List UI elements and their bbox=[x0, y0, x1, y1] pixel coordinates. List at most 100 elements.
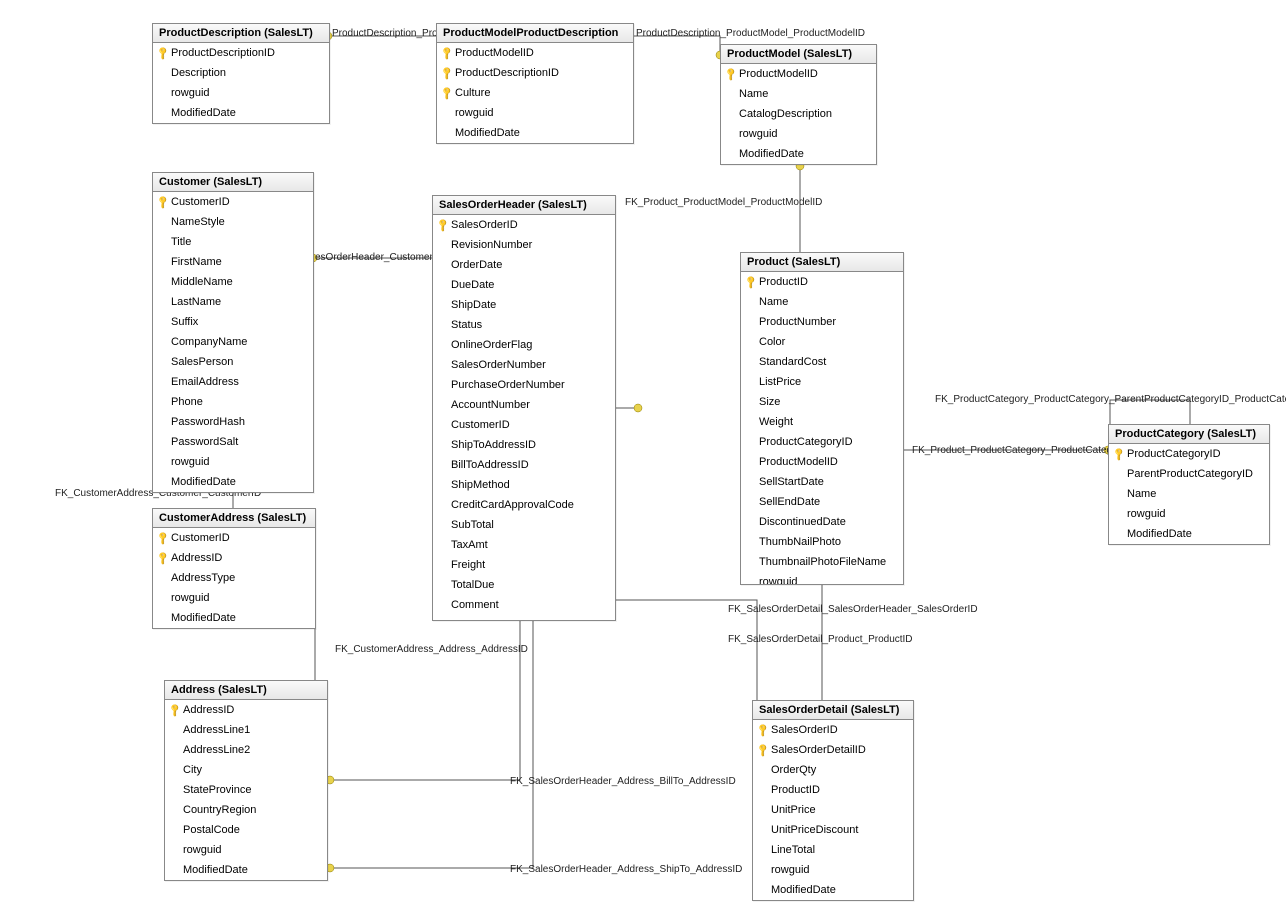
column-row[interactable]: ModifiedDate bbox=[153, 103, 329, 123]
table-header[interactable]: ProductCategory (SalesLT) bbox=[1109, 425, 1269, 444]
column-row[interactable]: ModifiedDate bbox=[153, 608, 315, 628]
column-row[interactable]: Suffix bbox=[153, 312, 313, 332]
table-productcategory[interactable]: ProductCategory (SalesLT)🔑ProductCategor… bbox=[1108, 424, 1270, 545]
column-row[interactable]: ProductCategoryID bbox=[741, 432, 903, 452]
column-row[interactable]: 🔑ProductModelID bbox=[721, 64, 876, 84]
column-row[interactable]: rowguid bbox=[153, 588, 315, 608]
column-row[interactable]: Name bbox=[721, 84, 876, 104]
table-header[interactable]: Address (SalesLT) bbox=[165, 681, 327, 700]
column-row[interactable]: NameStyle bbox=[153, 212, 313, 232]
column-row[interactable]: ModifiedDate bbox=[753, 880, 913, 900]
column-row[interactable]: ModifiedDate bbox=[165, 860, 327, 880]
column-row[interactable]: CreditCardApprovalCode bbox=[433, 495, 615, 515]
column-row[interactable]: 🔑CustomerID bbox=[153, 528, 315, 548]
column-row[interactable]: 🔑ProductDescriptionID bbox=[153, 43, 329, 63]
table-header[interactable]: CustomerAddress (SalesLT) bbox=[153, 509, 315, 528]
column-row[interactable]: rowguid bbox=[1109, 504, 1269, 524]
column-row[interactable]: rowguid bbox=[721, 124, 876, 144]
column-row[interactable]: 🔑SalesOrderDetailID bbox=[753, 740, 913, 760]
column-row[interactable]: ModifiedDate bbox=[437, 123, 633, 143]
column-row[interactable]: 🔑Culture bbox=[437, 83, 633, 103]
column-row[interactable]: SellStartDate bbox=[741, 472, 903, 492]
column-row[interactable]: ProductModelID bbox=[741, 452, 903, 472]
column-row[interactable]: AddressLine2 bbox=[165, 740, 327, 760]
column-row[interactable]: CustomerID bbox=[433, 415, 615, 435]
column-row[interactable]: DiscontinuedDate bbox=[741, 512, 903, 532]
column-row[interactable]: SalesOrderNumber bbox=[433, 355, 615, 375]
column-row[interactable]: DueDate bbox=[433, 275, 615, 295]
column-row[interactable]: AccountNumber bbox=[433, 395, 615, 415]
table-customer[interactable]: Customer (SalesLT)🔑CustomerIDNameStyleTi… bbox=[152, 172, 314, 493]
column-row[interactable]: OrderDate bbox=[433, 255, 615, 275]
column-row[interactable]: Description bbox=[153, 63, 329, 83]
column-row[interactable]: CompanyName bbox=[153, 332, 313, 352]
column-row[interactable]: 🔑SalesOrderID bbox=[433, 215, 615, 235]
column-row[interactable]: ProductID bbox=[753, 780, 913, 800]
column-row[interactable]: Freight bbox=[433, 555, 615, 575]
column-row[interactable]: SubTotal bbox=[433, 515, 615, 535]
column-row[interactable]: 🔑ProductDescriptionID bbox=[437, 63, 633, 83]
column-row[interactable]: ThumbNailPhoto bbox=[741, 532, 903, 552]
column-row[interactable]: EmailAddress bbox=[153, 372, 313, 392]
column-row[interactable]: 🔑ProductModelID bbox=[437, 43, 633, 63]
column-row[interactable]: Name bbox=[1109, 484, 1269, 504]
column-row[interactable]: AddressType bbox=[153, 568, 315, 588]
column-row[interactable]: rowguid bbox=[153, 83, 329, 103]
column-row[interactable]: ProductNumber bbox=[741, 312, 903, 332]
column-row[interactable]: ModifiedDate bbox=[1109, 524, 1269, 544]
column-row[interactable]: 🔑AddressID bbox=[153, 548, 315, 568]
table-header[interactable]: ProductModelProductDescription bbox=[437, 24, 633, 43]
column-row[interactable]: rowguid bbox=[741, 572, 903, 584]
table-header[interactable]: Product (SalesLT) bbox=[741, 253, 903, 272]
column-row[interactable]: rowguid bbox=[433, 615, 615, 620]
column-row[interactable]: AddressLine1 bbox=[165, 720, 327, 740]
table-product[interactable]: Product (SalesLT)🔑ProductIDNameProductNu… bbox=[740, 252, 904, 585]
column-row[interactable]: OrderQty bbox=[753, 760, 913, 780]
table-productmodel[interactable]: ProductModel (SalesLT)🔑ProductModelIDNam… bbox=[720, 44, 877, 165]
column-row[interactable]: CountryRegion bbox=[165, 800, 327, 820]
column-row[interactable]: CatalogDescription bbox=[721, 104, 876, 124]
column-row[interactable]: PasswordSalt bbox=[153, 432, 313, 452]
column-row[interactable]: ParentProductCategoryID bbox=[1109, 464, 1269, 484]
column-row[interactable]: rowguid bbox=[753, 860, 913, 880]
column-row[interactable]: 🔑SalesOrderID bbox=[753, 720, 913, 740]
column-row[interactable]: OnlineOrderFlag bbox=[433, 335, 615, 355]
column-row[interactable]: ShipMethod bbox=[433, 475, 615, 495]
column-row[interactable]: LineTotal bbox=[753, 840, 913, 860]
column-row[interactable]: City bbox=[165, 760, 327, 780]
table-productdescription[interactable]: ProductDescription (SalesLT)🔑ProductDesc… bbox=[152, 23, 330, 124]
column-row[interactable]: Comment bbox=[433, 595, 615, 615]
column-row[interactable]: PasswordHash bbox=[153, 412, 313, 432]
column-row[interactable]: ShipToAddressID bbox=[433, 435, 615, 455]
column-row[interactable]: rowguid bbox=[165, 840, 327, 860]
column-row[interactable]: BillToAddressID bbox=[433, 455, 615, 475]
column-row[interactable]: ModifiedDate bbox=[153, 472, 313, 492]
table-header[interactable]: ProductDescription (SalesLT) bbox=[153, 24, 329, 43]
column-row[interactable]: ShipDate bbox=[433, 295, 615, 315]
column-row[interactable]: rowguid bbox=[153, 452, 313, 472]
table-productmodelproductdescription[interactable]: ProductModelProductDescription🔑ProductMo… bbox=[436, 23, 634, 144]
column-row[interactable]: Title bbox=[153, 232, 313, 252]
column-row[interactable]: TaxAmt bbox=[433, 535, 615, 555]
column-row[interactable]: PurchaseOrderNumber bbox=[433, 375, 615, 395]
column-row[interactable]: UnitPriceDiscount bbox=[753, 820, 913, 840]
column-row[interactable]: Phone bbox=[153, 392, 313, 412]
column-row[interactable]: Weight bbox=[741, 412, 903, 432]
column-row[interactable]: Name bbox=[741, 292, 903, 312]
column-row[interactable]: RevisionNumber bbox=[433, 235, 615, 255]
column-row[interactable]: Size bbox=[741, 392, 903, 412]
column-row[interactable]: SellEndDate bbox=[741, 492, 903, 512]
column-row[interactable]: 🔑AddressID bbox=[165, 700, 327, 720]
column-row[interactable]: 🔑CustomerID bbox=[153, 192, 313, 212]
table-salesorderdetail[interactable]: SalesOrderDetail (SalesLT)🔑SalesOrderID🔑… bbox=[752, 700, 914, 901]
column-row[interactable]: 🔑ProductCategoryID bbox=[1109, 444, 1269, 464]
table-header[interactable]: Customer (SalesLT) bbox=[153, 173, 313, 192]
column-row[interactable]: ModifiedDate bbox=[721, 144, 876, 164]
table-header[interactable]: SalesOrderDetail (SalesLT) bbox=[753, 701, 913, 720]
table-customeraddress[interactable]: CustomerAddress (SalesLT)🔑CustomerID🔑Add… bbox=[152, 508, 316, 629]
column-row[interactable]: UnitPrice bbox=[753, 800, 913, 820]
column-row[interactable]: Status bbox=[433, 315, 615, 335]
table-salesorderheader[interactable]: SalesOrderHeader (SalesLT)🔑SalesOrderIDR… bbox=[432, 195, 616, 621]
column-row[interactable]: FirstName bbox=[153, 252, 313, 272]
column-row[interactable]: TotalDue bbox=[433, 575, 615, 595]
